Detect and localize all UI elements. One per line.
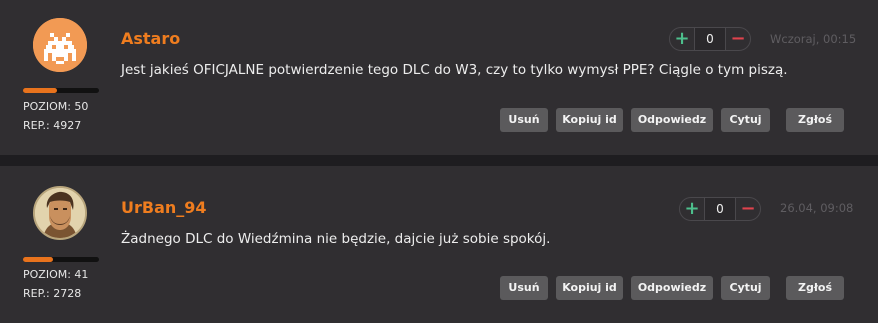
level-progress-fill bbox=[23, 257, 54, 262]
vote-count: 0 bbox=[704, 198, 736, 220]
avatar[interactable] bbox=[33, 18, 87, 72]
level-label: POZIOM: 50 bbox=[23, 100, 89, 113]
user-stats: POZIOM: 41 REP.: 2728 bbox=[23, 265, 88, 303]
upvote-button[interactable]: + bbox=[670, 28, 694, 50]
comment-text: Jest jakieś OFICJALNE potwierdzenie tego… bbox=[121, 62, 788, 78]
delete-button[interactable]: Usuń bbox=[500, 108, 548, 132]
comment-card: POZIOM: 50 REP.: 4927 Astaro Jest jakieś… bbox=[0, 0, 878, 155]
quote-button[interactable]: Cytuj bbox=[721, 108, 770, 132]
reply-button[interactable]: Odpowiedz bbox=[631, 108, 713, 132]
copy-id-button[interactable]: Kopiuj id bbox=[556, 276, 623, 300]
user-stats: POZIOM: 50 REP.: 4927 bbox=[23, 97, 88, 135]
comment-card: POZIOM: 41 REP.: 2728 UrBan_94 Żadnego D… bbox=[0, 166, 878, 323]
level-progress-bar bbox=[23, 88, 99, 93]
author-name[interactable]: UrBan_94 bbox=[121, 198, 207, 217]
vote-control: + 0 − bbox=[679, 197, 761, 221]
report-button[interactable]: Zgłoś bbox=[786, 108, 844, 132]
copy-id-button[interactable]: Kopiuj id bbox=[556, 108, 623, 132]
comment-date: 26.04, 09:08 bbox=[780, 201, 854, 215]
level-progress-fill bbox=[23, 88, 58, 93]
level-label: POZIOM: 41 bbox=[23, 268, 89, 281]
downvote-button[interactable]: − bbox=[736, 198, 760, 220]
comment-text: Żadnego DLC do Wiedźmina nie będzie, daj… bbox=[121, 231, 551, 247]
delete-button[interactable]: Usuń bbox=[500, 276, 548, 300]
vote-count: 0 bbox=[694, 28, 726, 50]
report-button[interactable]: Zgłoś bbox=[786, 276, 844, 300]
upvote-button[interactable]: + bbox=[680, 198, 704, 220]
comment-actions: Usuń Kopiuj id Odpowiedz Cytuj Zgłoś bbox=[500, 108, 852, 132]
author-name[interactable]: Astaro bbox=[121, 29, 180, 48]
comment-date: Wczoraj, 00:15 bbox=[770, 32, 857, 46]
quote-button[interactable]: Cytuj bbox=[721, 276, 770, 300]
downvote-button[interactable]: − bbox=[726, 28, 750, 50]
vote-control: + 0 − bbox=[669, 27, 751, 51]
space-invader-icon bbox=[33, 18, 87, 72]
avatar[interactable] bbox=[33, 186, 87, 240]
reply-button[interactable]: Odpowiedz bbox=[631, 276, 713, 300]
comment-actions: Usuń Kopiuj id Odpowiedz Cytuj Zgłoś bbox=[500, 276, 852, 300]
bearded-man-portrait-icon bbox=[35, 188, 85, 238]
rep-label: REP.: 2728 bbox=[23, 287, 82, 300]
level-progress-bar bbox=[23, 257, 99, 262]
rep-label: REP.: 4927 bbox=[23, 119, 82, 132]
